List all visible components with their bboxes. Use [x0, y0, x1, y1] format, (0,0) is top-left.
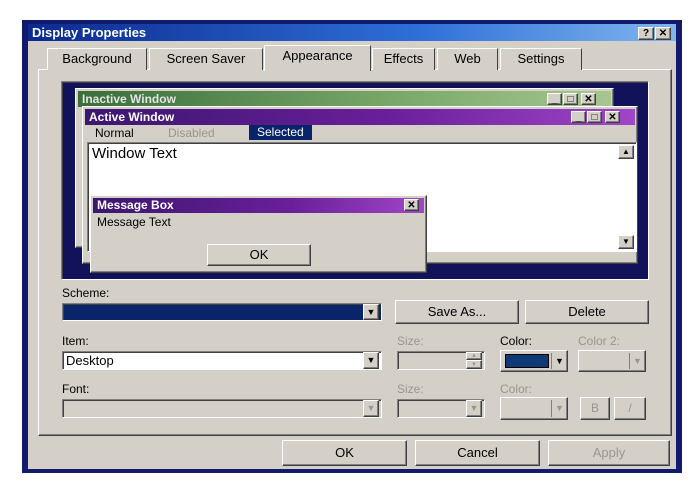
tab-background[interactable]: Background [47, 48, 147, 70]
active-title-bar: Active Window _ □ ✕ [85, 109, 635, 125]
font-color-picker[interactable]: ▼ [500, 397, 568, 420]
delete-button[interactable]: Delete [525, 300, 649, 324]
close-icon: ✕ [581, 93, 596, 105]
bold-button[interactable]: B [580, 397, 610, 420]
item-size-stepper[interactable]: ▲ ▼ [397, 351, 485, 370]
item-color2-picker[interactable]: ▼ [578, 350, 646, 372]
chevron-down-icon: ▼ [551, 353, 567, 369]
message-ok-button: OK [207, 244, 311, 266]
menu-selected: Selected [249, 125, 312, 140]
tab-appearance[interactable]: Appearance [264, 45, 371, 71]
tab-settings[interactable]: Settings [500, 48, 582, 70]
message-box-title-bar: Message Box ✕ [93, 198, 424, 213]
chevron-down-icon[interactable]: ▼ [363, 400, 379, 417]
scroll-up-icon: ▲ [618, 145, 634, 159]
item-label: Item: [62, 334, 89, 348]
font-size-select[interactable]: ▼ [397, 399, 485, 418]
maximize-icon: □ [563, 93, 578, 105]
stepper-down-icon[interactable]: ▼ [466, 360, 482, 369]
close-button[interactable]: ✕ [655, 27, 671, 40]
stepper-up-icon[interactable]: ▲ [466, 352, 482, 360]
italic-button[interactable]: / [614, 397, 646, 420]
item-color-picker[interactable]: ▼ [500, 350, 568, 372]
message-text: Message Text [97, 215, 171, 229]
menu-disabled: Disabled [168, 126, 215, 140]
item-value: Desktop [66, 353, 114, 368]
item-color2-label: Color 2: [578, 334, 621, 348]
close-icon: ✕ [658, 28, 668, 39]
active-title: Active Window [89, 110, 175, 124]
message-box-title: Message Box [97, 198, 174, 212]
cancel-button[interactable]: Cancel [415, 440, 540, 466]
scroll-down-icon: ▼ [618, 235, 634, 249]
chevron-down-icon[interactable]: ▼ [466, 400, 482, 417]
inactive-title-bar: Inactive Window _ □ ✕ [78, 91, 611, 107]
chevron-down-icon: ▼ [551, 400, 567, 417]
chevron-down-icon[interactable]: ▼ [363, 352, 379, 369]
minimize-icon: _ [547, 93, 562, 105]
save-as-button[interactable]: Save As... [395, 300, 519, 324]
item-size-label: Size: [397, 334, 424, 348]
tab-web[interactable]: Web [437, 48, 498, 70]
help-button[interactable]: ? [638, 27, 654, 40]
title-bar[interactable]: Display Properties ? ✕ [28, 24, 676, 42]
scheme-select[interactable]: ▼ [62, 303, 382, 321]
chevron-down-icon: ▼ [629, 353, 645, 369]
tab-screen-saver[interactable]: Screen Saver [149, 48, 263, 70]
maximize-icon: □ [587, 111, 602, 123]
window-title: Display Properties [32, 25, 147, 40]
apply-button[interactable]: Apply [548, 440, 670, 466]
color-swatch [505, 354, 549, 368]
window-text: Window Text [92, 145, 177, 162]
menu-normal: Normal [95, 126, 134, 140]
scheme-label: Scheme: [62, 286, 110, 300]
help-icon: ? [642, 28, 650, 39]
font-size-label: Size: [397, 382, 424, 396]
font-label: Font: [62, 382, 90, 396]
font-select[interactable]: ▼ [62, 399, 382, 418]
font-color-label: Color: [500, 382, 533, 396]
ok-button[interactable]: OK [282, 440, 407, 466]
item-color-label: Color: [500, 334, 533, 348]
close-icon: ✕ [404, 199, 419, 211]
item-select[interactable]: Desktop ▼ [62, 351, 382, 370]
tab-effects[interactable]: Effects [372, 48, 435, 70]
inactive-title: Inactive Window [82, 92, 176, 106]
preview-message-box: Message Box ✕ Message Text OK [90, 195, 427, 273]
chevron-down-icon[interactable]: ▼ [363, 304, 379, 320]
minimize-icon: _ [571, 111, 586, 123]
close-icon: ✕ [605, 111, 620, 123]
